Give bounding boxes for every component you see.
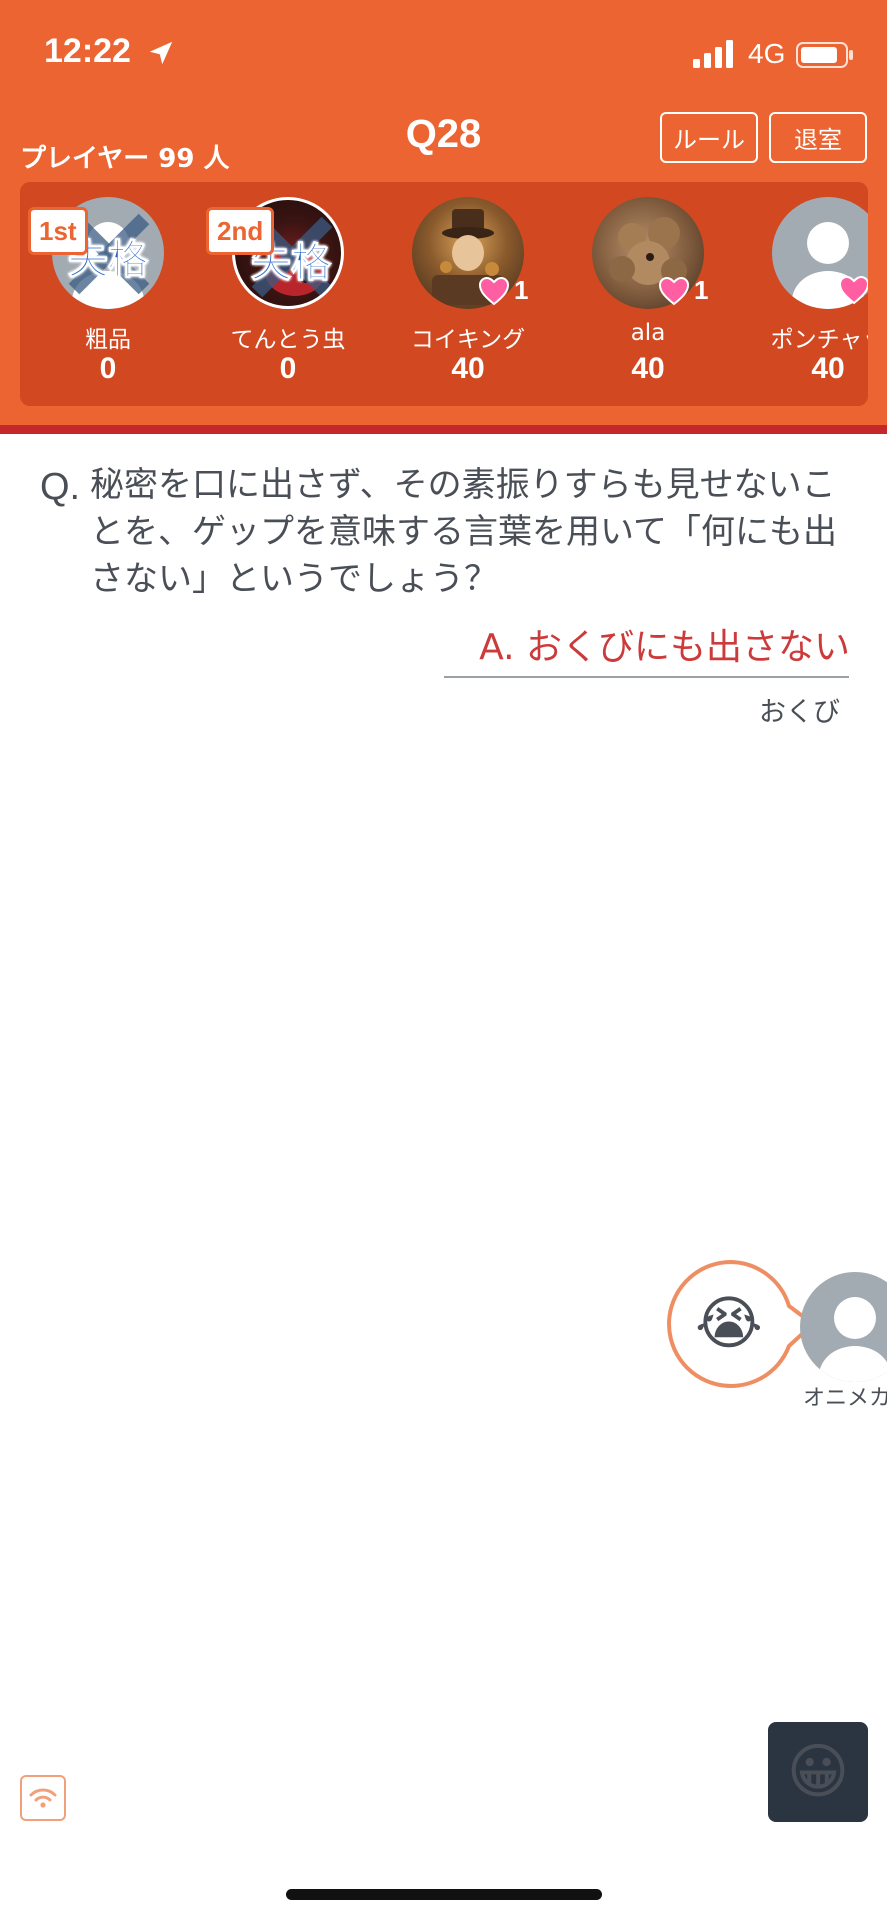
heart-count-value: 1 — [514, 275, 529, 305]
battery-icon — [796, 42, 853, 68]
player-score: 40 — [811, 352, 845, 385]
heart-count: 1 — [658, 275, 708, 306]
header: 12:22 4G プレイヤー 99 人 Q28 ルール 退室 失格 1st 粗品… — [0, 0, 887, 425]
emoji-button[interactable]: 😀 — [768, 1722, 868, 1822]
answer-text: A. おくびにも出さない — [479, 627, 850, 668]
player-score: 0 — [99, 352, 117, 385]
signal-icon — [693, 40, 733, 68]
crying-emoji-icon: 😭 — [695, 1289, 763, 1357]
player-card[interactable]: 失格 2nd てんとう虫 0 — [200, 197, 360, 397]
network-type: 4G — [748, 38, 786, 69]
player-card[interactable]: ポンチャッ 40 — [740, 197, 868, 397]
player-score: 40 — [451, 352, 485, 385]
player-card[interactable]: 1 コイキング 40 — [380, 197, 540, 397]
answer-underline — [444, 676, 849, 678]
status-time: 12:22 — [44, 32, 131, 70]
player-card[interactable]: 失格 1st 粗品 0 — [20, 197, 180, 397]
question-prefix: Q. — [40, 466, 81, 508]
header-divider — [0, 425, 887, 434]
home-indicator[interactable] — [286, 1889, 602, 1900]
player-score: 40 — [631, 352, 665, 385]
smile-emoji-icon: 😀 — [786, 1737, 850, 1807]
heart-icon — [478, 276, 510, 305]
player-name: コイキング — [410, 327, 526, 353]
player-name: ala — [630, 320, 666, 346]
rank-badge: 2nd — [206, 207, 275, 255]
heart-count-value: 1 — [694, 275, 709, 305]
player-name: 粗品 — [85, 327, 131, 353]
player-name: ポンチャッ — [770, 327, 868, 353]
answer-reading: おくび — [759, 697, 840, 728]
heart-count — [838, 275, 868, 305]
connection-button[interactable] — [20, 1775, 66, 1821]
player-card[interactable]: 1 ala 40 — [560, 197, 720, 397]
exit-button[interactable]: 退室 — [769, 112, 867, 163]
location-arrow-icon — [149, 41, 173, 65]
reaction-user-name: オニメカ — [803, 1386, 887, 1411]
question-text: 秘密を口に出さず、その素振りすらも見せないことを、ゲップを意味する言葉を用いて「… — [90, 465, 837, 599]
player-score: 0 — [279, 352, 297, 385]
heart-count: 1 — [478, 275, 528, 306]
heart-icon — [838, 275, 868, 305]
status-bar: 12:22 4G — [0, 0, 887, 110]
heart-icon — [658, 276, 690, 305]
rank-badge: 1st — [28, 207, 88, 255]
rule-button[interactable]: ルール — [660, 112, 758, 163]
wifi-icon — [29, 1788, 57, 1808]
player-name: てんとう虫 — [230, 327, 346, 353]
ranking-panel: 失格 1st 粗品 0 失格 2nd てんとう虫 0 1 コイキング 40 1 … — [20, 182, 868, 406]
